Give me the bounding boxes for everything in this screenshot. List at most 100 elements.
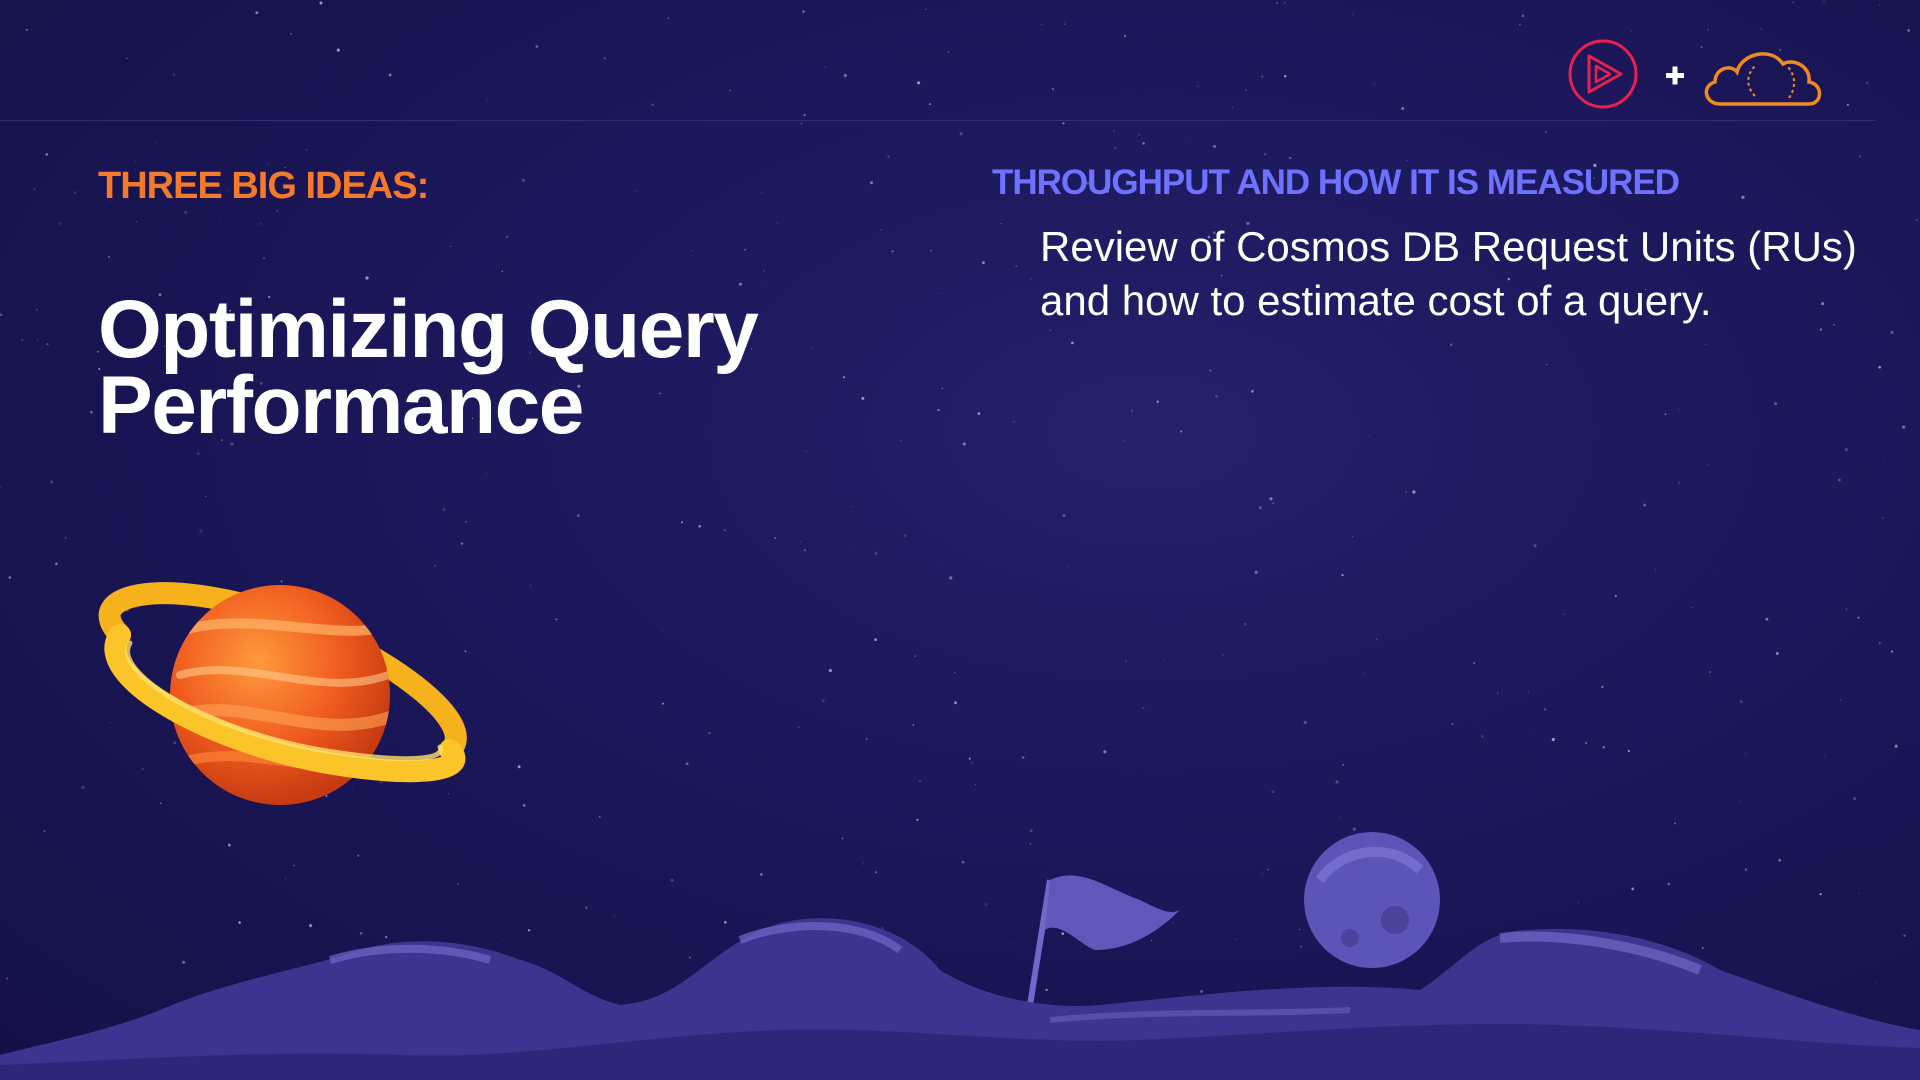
star	[262, 257, 266, 260]
star	[81, 785, 85, 790]
star	[1341, 573, 1344, 577]
star	[1846, 103, 1849, 106]
star	[708, 732, 711, 735]
star	[1406, 159, 1408, 161]
star	[870, 181, 873, 185]
star	[576, 514, 580, 517]
star	[874, 551, 878, 555]
star	[58, 221, 62, 225]
star	[1063, 23, 1066, 25]
star	[521, 178, 525, 182]
star	[220, 219, 222, 221]
star	[941, 387, 944, 390]
star	[929, 249, 932, 252]
slide-title: Optimizing Query Performance	[98, 284, 759, 451]
star	[977, 412, 981, 416]
star	[73, 191, 77, 195]
star	[1866, 328, 1868, 330]
star	[1342, 763, 1345, 766]
star	[1124, 440, 1126, 442]
star	[530, 584, 532, 586]
star	[1180, 430, 1183, 433]
star	[45, 153, 49, 156]
star	[1883, 461, 1885, 463]
star	[681, 521, 684, 524]
star	[850, 505, 852, 507]
star	[1858, 155, 1861, 158]
star	[323, 36, 325, 38]
topic-description: Review of Cosmos DB Request Units (RUs) …	[1040, 223, 1857, 324]
star	[276, 209, 279, 212]
star	[522, 803, 526, 807]
star	[1335, 780, 1339, 784]
star	[267, 162, 268, 164]
star	[1677, 481, 1681, 485]
star	[388, 73, 392, 77]
star	[1819, 328, 1823, 331]
star	[37, 339, 39, 341]
star	[1690, 128, 1692, 130]
star	[1546, 364, 1548, 366]
star	[0, 486, 2, 489]
star	[1171, 383, 1172, 385]
star	[1678, 409, 1679, 411]
star	[603, 56, 607, 60]
star	[971, 762, 973, 764]
star	[35, 308, 39, 311]
star	[1481, 735, 1484, 738]
star	[1527, 692, 1529, 693]
star	[1062, 122, 1065, 125]
star	[1823, 755, 1825, 757]
star	[501, 270, 503, 272]
star	[1352, 535, 1354, 537]
star	[828, 668, 833, 673]
star	[383, 526, 385, 529]
plus-icon	[1666, 66, 1684, 85]
star	[623, 471, 625, 473]
star	[805, 450, 808, 453]
star	[199, 529, 203, 533]
star	[1276, 2, 1279, 4]
star	[434, 564, 437, 567]
star	[1213, 144, 1217, 148]
star	[1051, 87, 1055, 91]
star	[914, 655, 917, 658]
star	[1363, 673, 1365, 675]
star	[825, 66, 826, 68]
star	[1123, 34, 1127, 37]
star	[1125, 659, 1127, 662]
star	[442, 507, 446, 512]
brand-logos	[1568, 39, 1822, 109]
star	[1261, 75, 1264, 78]
star	[850, 549, 852, 550]
star	[763, 283, 764, 285]
star	[937, 293, 939, 294]
star	[1098, 566, 1100, 567]
star	[651, 103, 654, 107]
star	[962, 442, 966, 446]
star	[46, 342, 49, 346]
star	[13, 193, 15, 195]
star	[1131, 410, 1133, 412]
star	[1412, 490, 1416, 494]
star	[460, 542, 464, 545]
star	[1745, 752, 1747, 754]
star	[1551, 737, 1555, 742]
star	[1303, 720, 1307, 724]
star	[1614, 595, 1617, 598]
star	[1163, 659, 1165, 661]
star	[925, 8, 927, 10]
star	[1865, 81, 1869, 85]
star	[843, 73, 847, 78]
star	[959, 132, 963, 136]
star	[1521, 14, 1525, 18]
star	[55, 562, 58, 566]
star	[535, 45, 539, 48]
star	[928, 103, 931, 106]
star	[797, 726, 800, 728]
star	[1405, 491, 1407, 493]
star	[803, 549, 807, 552]
star	[1878, 642, 1881, 645]
star	[1707, 464, 1709, 466]
star	[1029, 278, 1032, 280]
